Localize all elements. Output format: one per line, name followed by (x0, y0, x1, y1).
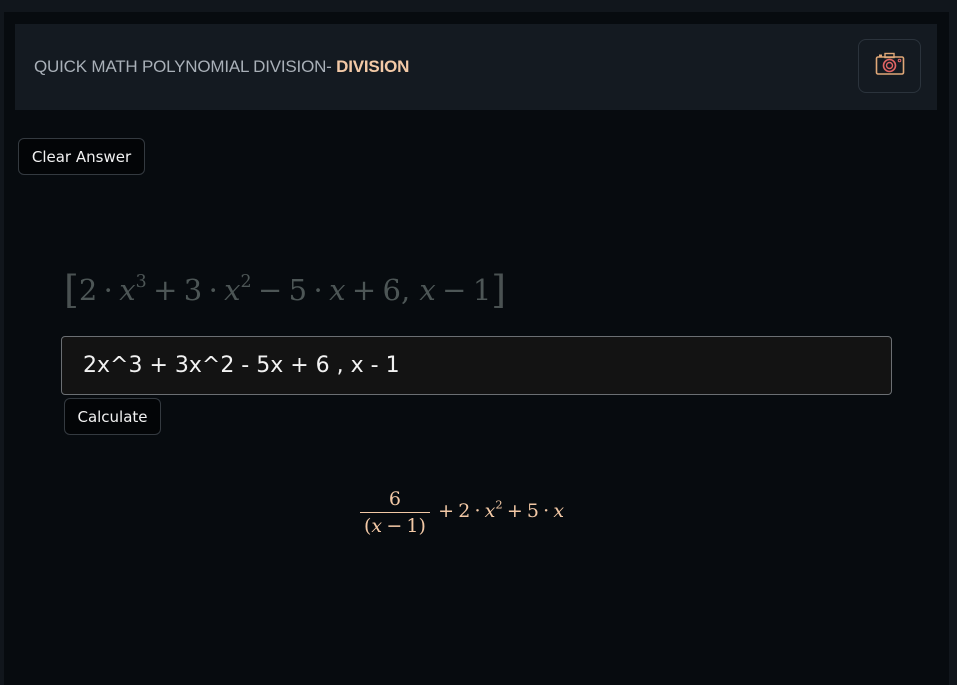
screenshot-button[interactable] (858, 39, 921, 93)
calculate-button[interactable]: Calculate (64, 398, 161, 435)
header-bar: QUICK MATH POLYNOMIAL DIVISION- DIVISION (15, 24, 937, 110)
page-title-accent: DIVISION (336, 57, 410, 76)
result-display: 6 (x −1) +2 · x2 +5 · x (360, 488, 564, 537)
page-title: QUICK MATH POLYNOMIAL DIVISION- DIVISION (34, 57, 409, 77)
camera-icon (875, 52, 905, 80)
result-numerator: 6 (388, 488, 401, 510)
clear-answer-button[interactable]: Clear Answer (18, 138, 145, 175)
parsed-input-display: [2 · x3 +3 · x2−5 · x +6, x −1] (64, 268, 507, 312)
polynomial-input[interactable] (61, 336, 892, 395)
page-title-prefix: QUICK MATH POLYNOMIAL DIVISION- (34, 57, 337, 76)
result-polynomial: +2 · x2 +5 · x (438, 496, 565, 522)
result-denominator: (x −1) (364, 515, 426, 537)
result-fraction: 6 (x −1) (360, 488, 430, 537)
